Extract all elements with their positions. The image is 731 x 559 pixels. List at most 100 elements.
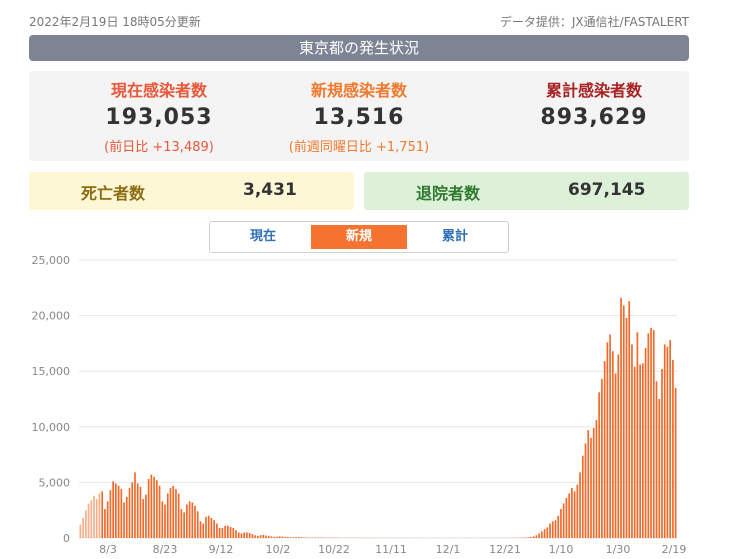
x-tick-label: 9/12	[209, 543, 234, 556]
bar	[153, 476, 155, 538]
bar	[661, 368, 663, 538]
bar	[655, 381, 658, 538]
bar	[194, 505, 196, 538]
bar	[306, 537, 308, 538]
bar	[278, 536, 281, 538]
recovered-value: 697,145	[568, 180, 646, 200]
bar	[652, 330, 655, 538]
bar	[145, 494, 147, 538]
bar	[551, 521, 554, 538]
bar	[172, 485, 175, 538]
bar	[319, 537, 322, 538]
bar	[210, 517, 213, 538]
bar	[601, 378, 603, 538]
current-cases-label: 現在感染者数	[110, 81, 207, 100]
bar	[155, 480, 158, 538]
y-tick-label: 5,000	[39, 476, 71, 489]
bar	[90, 500, 93, 538]
section-title: 東京都の発生状況	[29, 35, 689, 61]
bar	[576, 484, 579, 538]
bar	[560, 509, 562, 538]
bar	[595, 420, 598, 538]
deaths-label: 死亡者数	[81, 184, 146, 203]
data-source: データ提供：JX通信社/FASTALERT	[499, 15, 689, 29]
bar	[292, 537, 295, 538]
bar	[136, 483, 139, 538]
bar	[658, 399, 661, 538]
y-tick-label: 0	[63, 532, 70, 545]
bar	[628, 301, 631, 538]
bar	[554, 520, 557, 538]
bar	[295, 537, 297, 538]
tab-current[interactable]: 現在	[215, 225, 311, 249]
bar	[571, 487, 573, 538]
bar	[540, 531, 543, 538]
y-tick-label: 10,000	[32, 421, 71, 434]
bar	[579, 472, 581, 538]
bar	[672, 360, 674, 538]
y-tick-label: 25,000	[32, 254, 71, 267]
bar	[633, 366, 636, 538]
bar	[166, 493, 169, 538]
bar	[603, 361, 606, 538]
tab-new[interactable]: 新規	[311, 225, 407, 249]
bar	[549, 523, 551, 538]
bar	[254, 535, 256, 538]
x-tick-label: 1/30	[606, 543, 631, 556]
bar	[158, 485, 161, 538]
stats-panel: 現在感染者数 193,053 (前日比 +13,489) 新規感染者数 13,5…	[29, 71, 689, 161]
bar	[287, 537, 289, 538]
bar	[674, 387, 677, 538]
bar	[543, 529, 546, 538]
bar	[164, 504, 166, 538]
bar	[79, 524, 82, 538]
bar	[297, 537, 300, 538]
bar	[631, 344, 633, 538]
bar	[663, 344, 666, 538]
bar	[527, 537, 530, 538]
bar	[125, 496, 128, 538]
bar	[93, 495, 95, 538]
info-bar: 2022年2月19日 18時05分更新 データ提供：JX通信社/FASTALER…	[29, 13, 689, 31]
bar	[284, 536, 286, 538]
new-cases-label: 新規感染者数	[310, 81, 407, 100]
bar	[177, 493, 180, 538]
bar	[221, 527, 224, 538]
bar	[123, 502, 125, 538]
bar	[530, 537, 532, 538]
bar	[303, 537, 306, 538]
bar	[669, 340, 672, 538]
bar	[98, 493, 101, 538]
x-tick-label: 8/3	[99, 543, 117, 556]
bar	[87, 503, 90, 538]
bar	[120, 489, 123, 538]
bar	[218, 527, 221, 538]
bar	[281, 536, 284, 538]
bar	[196, 511, 199, 538]
bar	[84, 510, 87, 538]
bar	[592, 427, 595, 538]
bar	[598, 392, 601, 538]
bar	[276, 536, 278, 538]
bar	[573, 491, 576, 538]
bar	[246, 532, 248, 538]
bar	[106, 501, 109, 538]
x-tick-label: 8/23	[153, 543, 178, 556]
bar	[169, 487, 172, 538]
total-cases-label: 累計感染者数	[545, 81, 642, 100]
bar	[611, 351, 614, 538]
bar	[314, 537, 317, 538]
bar	[205, 516, 207, 538]
bar	[180, 509, 183, 538]
bar	[538, 533, 540, 538]
y-tick-label: 20,000	[32, 310, 71, 323]
bar	[202, 523, 205, 538]
bar	[642, 363, 644, 538]
bar	[311, 537, 314, 538]
x-tick-label: 11/11	[375, 543, 407, 556]
recovered-panel: 退院者数 697,145	[364, 172, 689, 210]
bar	[289, 537, 292, 538]
bar	[161, 501, 164, 538]
tab-total[interactable]: 累計	[407, 225, 503, 249]
bar	[532, 536, 535, 538]
